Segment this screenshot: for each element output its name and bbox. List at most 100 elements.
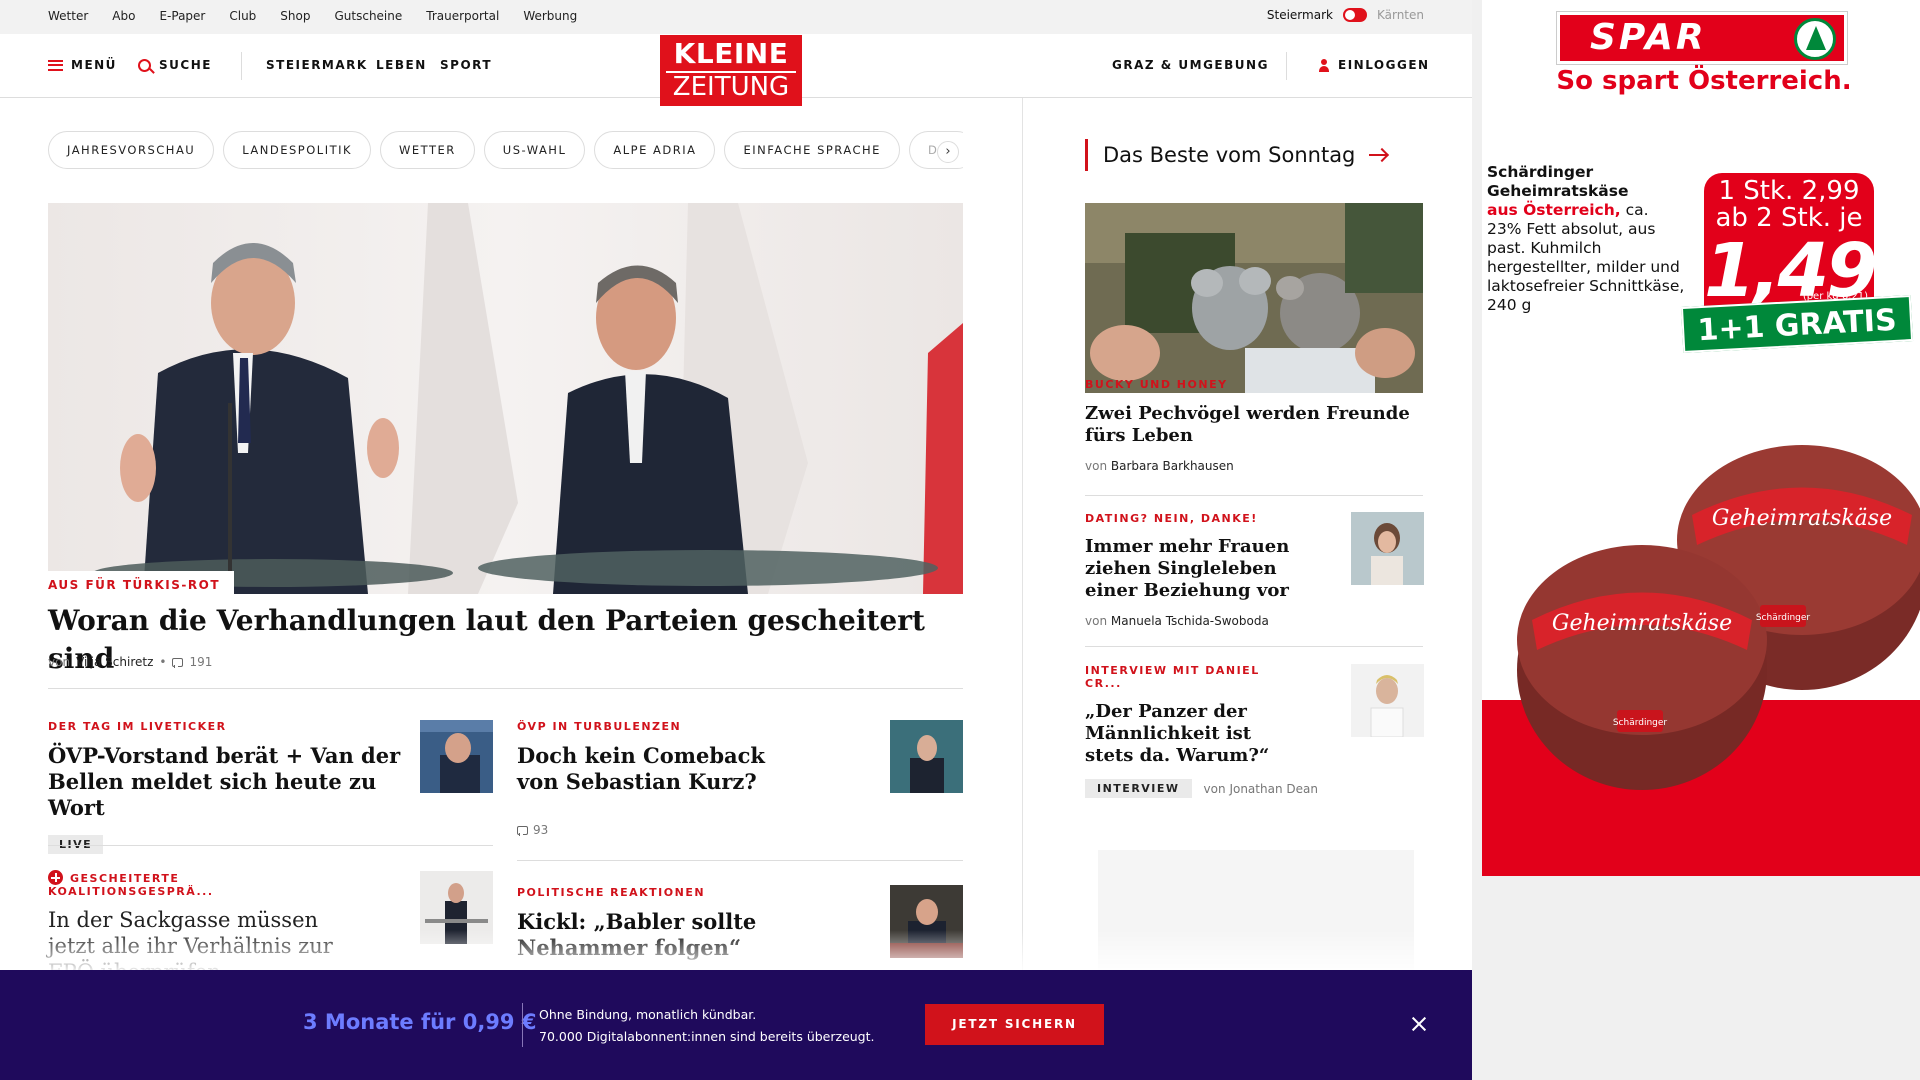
article-kicker: ÖVP IN TURBULENZEN [517, 720, 682, 733]
close-icon[interactable] [1410, 1015, 1428, 1033]
utility-link-epaper[interactable]: E-Paper [159, 9, 205, 23]
utility-link-shop[interactable]: Shop [280, 9, 310, 23]
nav-sport-label: SPORT [440, 58, 493, 72]
arrow-right-icon [1369, 154, 1388, 156]
topic-pill[interactable]: WETTER [380, 131, 475, 169]
menu-label: MENÜ [71, 58, 117, 72]
utility-link-wetter[interactable]: Wetter [48, 9, 88, 23]
utility-link-gutscheine[interactable]: Gutscheine [334, 9, 402, 23]
article-author[interactable]: Manuela Tschida-Swoboda [1111, 614, 1269, 628]
article-kicker: INTERVIEW MIT DANIEL CR... [1085, 664, 1260, 690]
utility-link-trauerportal[interactable]: Trauerportal [426, 9, 499, 23]
article-byline: von Manuela Tschida-Swoboda [1085, 614, 1300, 628]
byline-prefix: von [48, 655, 71, 669]
article-headline[interactable]: Zwei Pechvögel werden Freunde fürs Leben [1085, 403, 1423, 447]
spar-advertisement[interactable]: SPAR So spart Österreich. Schärdinger Ge… [1482, 0, 1920, 876]
sidebar-article[interactable]: DATING? NEIN, DANKE! Immer mehr Frauen z… [1085, 512, 1300, 628]
article-headline[interactable]: ÖVP-Vorstand berät + Van der Bellen meld… [48, 743, 403, 821]
article-kicker: POLITISCHE REAKTIONEN [517, 886, 706, 899]
hero-kicker[interactable]: AUS FÜR TÜRKIS-ROT [48, 571, 235, 597]
byline-prefix: von [1203, 781, 1226, 796]
comment-count[interactable]: 93 [533, 823, 548, 837]
user-icon [1318, 58, 1330, 72]
article-thumbnail[interactable] [1351, 512, 1424, 585]
cheese-label-back: Geheimratskäse [1712, 506, 1892, 531]
search-button[interactable]: SUCHE [138, 58, 212, 72]
utility-links: Wetter Abo E-Paper Club Shop Gutscheine … [48, 9, 601, 23]
nav-steiermark[interactable]: STEIERMARK [266, 58, 368, 72]
article-author[interactable]: Barbara Barkhausen [1111, 459, 1234, 473]
subscribe-button[interactable]: JETZT SICHERN [925, 1004, 1104, 1045]
article-card[interactable]: ÖVP IN TURBULENZEN Doch kein Comeback vo… [517, 720, 777, 837]
ad-price-single: 1 Stk. 2,99 [1718, 176, 1860, 206]
site-logo[interactable]: KLEINE ZEITUNG [660, 35, 802, 106]
article-headline[interactable]: Doch kein Comeback von Sebastian Kurz? [517, 743, 777, 795]
ad-product-name: Schärdinger Geheimratskäse [1487, 163, 1629, 200]
region-active-label[interactable]: Steiermark [1267, 8, 1333, 22]
sidebar-article[interactable]: INTERVIEW MIT DANIEL CR... „Der Panzer d… [1085, 664, 1318, 798]
article-author[interactable]: Jonathan Dean [1229, 782, 1318, 796]
banner-text: Ohne Bindung, monatlich kündbar. 70.000 … [539, 1004, 875, 1048]
utility-link-werbung[interactable]: Werbung [523, 9, 577, 23]
spar-tree-icon [1794, 18, 1836, 60]
hero-comment-count[interactable]: 191 [189, 655, 212, 669]
sidebar-heading-text: Das Beste vom Sonntag [1103, 143, 1356, 167]
article-thumbnail[interactable] [1351, 664, 1424, 737]
utility-bar: Wetter Abo E-Paper Club Shop Gutscheine … [0, 0, 1472, 34]
plus-icon [48, 870, 63, 885]
nav-sport[interactable]: SPORT [440, 58, 492, 72]
article-headline[interactable]: „Der Panzer der Männlichkeit ist stets d… [1085, 701, 1300, 767]
topic-pill[interactable]: EINFACHE SPRACHE [724, 131, 900, 169]
article-card[interactable]: DER TAG IM LIVETICKER ÖVP-Vorstand berät… [48, 720, 403, 854]
sidebar-feature-image[interactable] [1085, 203, 1423, 393]
news-site: Wetter Abo E-Paper Club Shop Gutscheine … [0, 0, 1472, 1080]
chevron-right-icon[interactable]: › [937, 141, 959, 163]
region-toggle[interactable] [1342, 8, 1367, 22]
article-headline[interactable]: Immer mehr Frauen ziehen Singleleben ein… [1085, 536, 1300, 602]
region-inactive-label[interactable]: Kärnten [1377, 8, 1424, 22]
article-kicker: GESCHEITERTE KOALITIONSGESPRÄ... [48, 870, 348, 898]
topic-pill[interactable]: JAHRESVORSCHAU [48, 131, 215, 169]
thumb-photo [420, 720, 493, 793]
section-divider [1085, 495, 1423, 496]
utility-link-club[interactable]: Club [229, 9, 256, 23]
thumb-photo [890, 720, 963, 793]
utility-link-abo[interactable]: Abo [112, 9, 135, 23]
sidebar-heading[interactable]: Das Beste vom Sonntag [1085, 139, 1388, 171]
interview-tag[interactable]: INTERVIEW [1085, 779, 1192, 798]
nav-steiermark-label: STEIERMARK [266, 58, 368, 72]
cheese-label-front: Geheimratskäse [1552, 611, 1732, 636]
topic-pills: JAHRESVORSCHAU LANDESPOLITIK WETTER US-W… [48, 131, 963, 171]
hamburger-icon [48, 59, 63, 71]
ad-product-details: aus Österreich, ca. 23% Fett absolut, au… [1487, 201, 1687, 315]
article-kicker: BUCKY UND HONEY [1085, 378, 1228, 391]
search-icon [138, 58, 151, 72]
nav-leben[interactable]: LEBEN [376, 58, 427, 72]
koala-photo [1085, 203, 1423, 393]
topic-pill[interactable]: LANDESPOLITIK [223, 131, 372, 169]
ad-claim: So spart Österreich. [1556, 66, 1852, 96]
banner-line1: Ohne Bindung, monatlich kündbar. [539, 1007, 757, 1022]
ad-product-text: Schärdinger Geheimratskäse aus Österreic… [1487, 163, 1687, 315]
topic-pill[interactable]: US-WAHL [483, 131, 586, 169]
comment-icon [517, 825, 528, 836]
topic-pill[interactable]: ALPE ADRIA [594, 131, 716, 169]
article-thumbnail[interactable] [890, 720, 963, 793]
search-label: SUCHE [159, 58, 212, 72]
hero-image[interactable] [48, 203, 963, 594]
sidebar-article[interactable]: BUCKY UND HONEY Zwei Pechvögel werden Fr… [1085, 378, 1423, 473]
article-thumbnail[interactable] [420, 720, 493, 793]
hero-photo [93, 203, 963, 594]
login-button[interactable]: EINLOGGEN [1318, 58, 1430, 72]
nav-graz-umgebung[interactable]: GRAZ & UMGEBUNG [1112, 58, 1269, 72]
region-link-label: GRAZ & UMGEBUNG [1112, 58, 1269, 72]
content-fade [0, 930, 1472, 970]
article-meta: 93 [517, 823, 777, 837]
banner-divider [522, 1003, 523, 1047]
hero-author[interactable]: Vilja Schiretz [76, 655, 153, 669]
byline-prefix: von [1085, 459, 1108, 473]
hero-byline: von Vilja Schiretz • 191 [48, 655, 212, 669]
menu-button[interactable]: MENÜ [48, 58, 117, 72]
logo-line1: KLEINE [673, 37, 789, 70]
ad-background [1472, 876, 1920, 1080]
